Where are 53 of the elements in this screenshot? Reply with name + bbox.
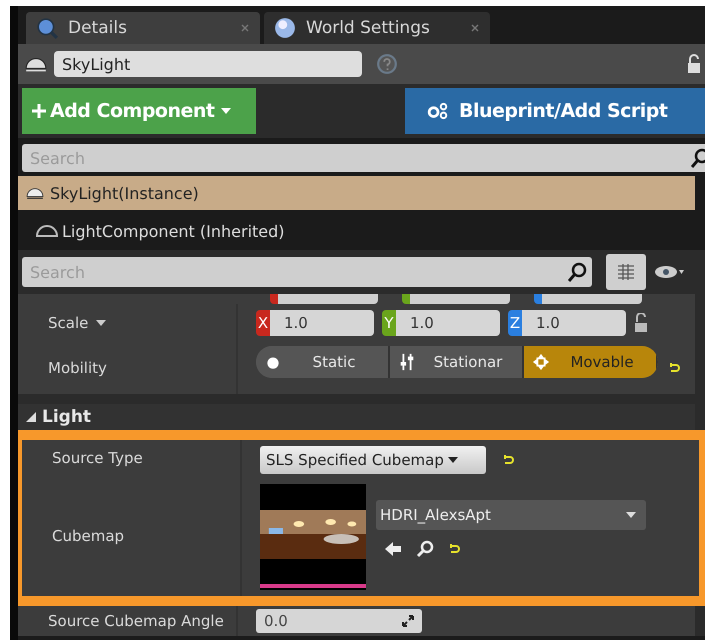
caret-icon — [220, 108, 230, 114]
number-field[interactable]: 0.0 — [256, 609, 422, 633]
eye-icon[interactable] — [654, 265, 684, 279]
globe-icon — [274, 17, 296, 39]
magnifier-icon — [36, 17, 58, 39]
tree-item[interactable]: LightComponent (Inherited) — [18, 218, 695, 244]
panel-tab[interactable]: Details — [26, 12, 260, 44]
reset-icon[interactable] — [448, 543, 460, 555]
mobility-option[interactable]: Movable — [524, 346, 658, 378]
reset-icon[interactable] — [668, 362, 680, 374]
blueprint-button[interactable]: Blueprint/Add Script — [405, 88, 705, 134]
caret-icon[interactable] — [96, 320, 106, 326]
help-icon[interactable] — [376, 53, 398, 75]
grid-icon — [616, 263, 636, 281]
gears-icon — [427, 102, 449, 120]
axis-tag: Y — [382, 310, 396, 336]
sliders-icon — [398, 353, 416, 371]
property-label: Mobility — [48, 359, 107, 377]
source-type-dropdown[interactable]: SLS Specified Cubemap — [260, 446, 486, 474]
axis-tag: X — [256, 310, 270, 336]
dome-icon — [24, 186, 46, 200]
search-icon[interactable] — [416, 540, 434, 558]
mobility-option[interactable]: Static — [256, 346, 390, 378]
expand-icon — [402, 615, 414, 627]
tree-item[interactable]: SkyLight(Instance) — [18, 176, 695, 210]
asset-dropdown[interactable]: HDRI_AlexsApt — [376, 500, 646, 530]
dome-icon — [24, 55, 48, 73]
caret-icon — [448, 457, 458, 463]
property-label: Source Cubemap Angle — [48, 612, 224, 630]
arrow-left-icon[interactable] — [384, 540, 402, 558]
caret-icon — [626, 512, 636, 518]
lock-icon[interactable] — [634, 313, 648, 333]
close-icon[interactable] — [240, 23, 250, 33]
move-icon — [532, 353, 550, 371]
reset-icon[interactable] — [502, 454, 514, 466]
lock-icon[interactable] — [687, 54, 701, 74]
dome-icon — [36, 224, 58, 238]
section-header[interactable]: Light — [18, 404, 695, 430]
number-field[interactable]: 1.0 — [270, 310, 374, 336]
property-label: Source Type — [52, 449, 143, 467]
grid-view-button[interactable] — [606, 254, 646, 290]
axis-tag: Z — [508, 310, 522, 336]
panel-tab[interactable]: World Settings — [264, 12, 490, 44]
number-field[interactable]: 1.0 — [396, 310, 500, 336]
triangle-icon — [26, 412, 36, 422]
name-field[interactable]: SkyLight — [54, 51, 362, 77]
close-icon[interactable] — [470, 23, 480, 33]
search-icon — [691, 148, 705, 168]
search-icon — [568, 262, 588, 282]
number-field[interactable]: 1.0 — [522, 310, 626, 336]
property-label: Cubemap — [52, 527, 124, 545]
plus-icon — [32, 104, 46, 118]
property-label[interactable]: Scale — [48, 314, 88, 332]
